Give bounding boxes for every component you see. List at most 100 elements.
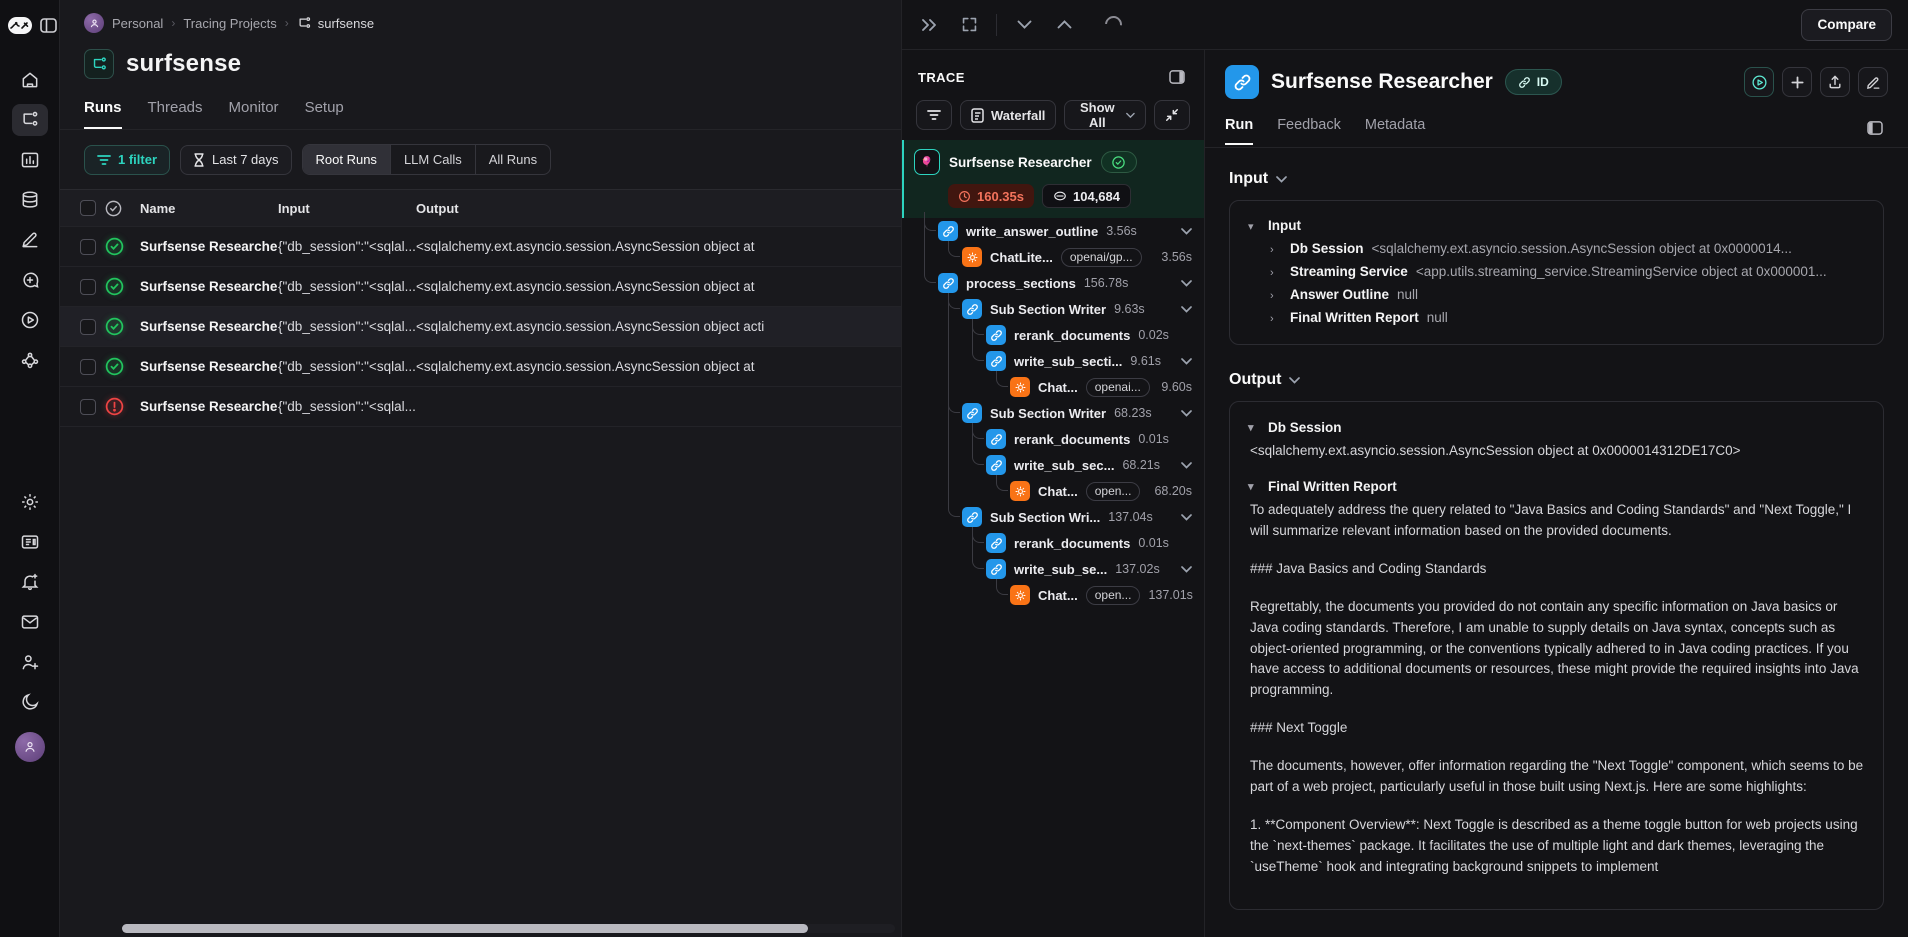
open-in-playground-button[interactable] — [1744, 67, 1774, 97]
chevron-down-icon[interactable] — [1181, 410, 1192, 417]
run-name-cell[interactable]: Surfsense Researcher — [140, 239, 278, 254]
trace-node-chat-[interactable]: Chat...open...68.20s — [902, 478, 1204, 504]
trace-node-chatlite-[interactable]: ChatLite...openai/gp...3.56s — [902, 244, 1204, 270]
run-name-cell[interactable]: Surfsense Researcher — [140, 319, 278, 334]
trace-filter-button[interactable] — [916, 100, 952, 130]
run-output-cell[interactable]: <sqlalchemy.ext.asyncio.session.AsyncSes… — [416, 239, 901, 254]
run-output-cell[interactable]: <sqlalchemy.ext.asyncio.session.AsyncSes… — [416, 279, 901, 294]
sidebar-item-invite[interactable] — [12, 646, 48, 678]
segment-all-runs[interactable]: All Runs — [476, 145, 550, 174]
table-row[interactable]: Surfsense Researcher{"db_session":"<sqla… — [60, 227, 901, 267]
sidebar-item-annotation[interactable] — [12, 224, 48, 256]
previous-run-chevron-icon[interactable] — [1011, 12, 1037, 38]
run-input-cell[interactable]: {"db_session":"<sqlal... — [278, 319, 416, 334]
next-run-chevron-icon[interactable] — [1051, 12, 1077, 38]
table-row[interactable]: Surfsense Researcher{"db_session":"<sqla… — [60, 307, 901, 347]
run-output-cell[interactable]: <sqlalchemy.ext.asyncio.session.AsyncSes… — [416, 319, 901, 334]
chevron-down-icon[interactable]: ▾ — [1248, 480, 1260, 493]
copy-run-id-button[interactable]: ID — [1505, 69, 1562, 95]
tab-setup[interactable]: Setup — [305, 99, 344, 129]
tab-runs[interactable]: Runs — [84, 99, 122, 129]
date-range-button[interactable]: Last 7 days — [180, 145, 292, 175]
segment-llm-calls[interactable]: LLM Calls — [391, 145, 476, 174]
tab-monitor[interactable]: Monitor — [229, 99, 279, 129]
row-checkbox[interactable] — [80, 399, 96, 415]
trace-node-chat-[interactable]: Chat...open...137.01s — [902, 582, 1204, 608]
run-input-cell[interactable]: {"db_session":"<sqlal... — [278, 239, 416, 254]
run-name-cell[interactable]: Surfsense Researcher — [140, 279, 278, 294]
horizontal-scrollbar[interactable] — [122, 924, 895, 933]
table-row[interactable]: Surfsense Researcher{"db_session":"<sqla… — [60, 347, 901, 387]
chevron-down-icon[interactable] — [1181, 280, 1192, 287]
run-input-cell[interactable]: {"db_session":"<sqlal... — [278, 399, 416, 414]
column-header-name[interactable]: Name — [140, 201, 278, 216]
trace-node-write-sub-secti-[interactable]: write_sub_secti...9.61s — [902, 348, 1204, 374]
input-root-row[interactable]: ▾Input — [1248, 215, 1865, 238]
chevron-right-icon[interactable]: › — [1270, 285, 1282, 307]
langsmith-logo-icon[interactable] — [8, 17, 32, 34]
add-to-dataset-button[interactable] — [1782, 67, 1812, 97]
waterfall-view-button[interactable]: Waterfall — [960, 100, 1056, 130]
chevron-down-icon[interactable] — [1181, 358, 1192, 365]
run-input-cell[interactable]: {"db_session":"<sqlal... — [278, 279, 416, 294]
table-row[interactable]: Surfsense Researcher{"db_session":"<sqla… — [60, 387, 901, 427]
share-run-button[interactable] — [1820, 67, 1850, 97]
chevron-right-icon[interactable]: › — [1270, 262, 1282, 284]
column-header-input[interactable]: Input — [278, 201, 416, 216]
annotate-button[interactable] — [1858, 67, 1888, 97]
run-input-cell[interactable]: {"db_session":"<sqlal... — [278, 359, 416, 374]
expand-fullscreen-icon[interactable] — [956, 12, 982, 38]
chevron-down-icon[interactable]: ▾ — [1248, 421, 1260, 434]
panel-toggle-icon[interactable] — [1164, 64, 1190, 90]
sidebar-item-playground[interactable] — [12, 304, 48, 336]
panel-toggle-icon[interactable] — [1862, 115, 1888, 141]
chevron-down-icon[interactable] — [1181, 566, 1192, 573]
chevron-down-icon[interactable] — [1181, 462, 1192, 469]
chevron-down-icon[interactable] — [1181, 514, 1192, 521]
breadcrumb-section[interactable]: Tracing Projects — [183, 16, 276, 31]
detail-tab-metadata[interactable]: Metadata — [1365, 117, 1425, 145]
sidebar-item-mail[interactable] — [12, 606, 48, 638]
trace-node-rerank-documents[interactable]: rerank_documents0.01s — [902, 530, 1204, 556]
collapse-sidebar-icon[interactable] — [39, 12, 59, 38]
trace-node-write-answer-outline[interactable]: write_answer_outline3.56s — [902, 218, 1204, 244]
output-section-key[interactable]: ▾Final Written Report — [1248, 479, 1865, 494]
scrollbar-thumb[interactable] — [122, 924, 808, 933]
user-avatar[interactable] — [15, 732, 45, 762]
trace-node-write-sub-sec-[interactable]: write_sub_sec...68.21s — [902, 452, 1204, 478]
sidebar-item-theme-toggle[interactable] — [12, 686, 48, 718]
sidebar-item-deployments[interactable] — [12, 344, 48, 376]
column-header-output[interactable]: Output — [416, 201, 901, 216]
chevron-down-icon[interactable] — [1181, 228, 1192, 235]
row-checkbox[interactable] — [80, 359, 96, 375]
detail-tab-feedback[interactable]: Feedback — [1277, 117, 1341, 145]
sidebar-item-home[interactable] — [12, 64, 48, 96]
trace-node-rerank-documents[interactable]: rerank_documents0.02s — [902, 322, 1204, 348]
row-checkbox[interactable] — [80, 279, 96, 295]
show-all-dropdown[interactable]: Show All — [1064, 100, 1146, 130]
select-all-checkbox[interactable] — [80, 200, 96, 216]
tab-threads[interactable]: Threads — [148, 99, 203, 129]
sidebar-item-notifications[interactable] — [12, 566, 48, 598]
filter-count-button[interactable]: 1 filter — [84, 145, 170, 175]
segment-root-runs[interactable]: Root Runs — [303, 145, 391, 174]
chevron-right-icon[interactable]: › — [1270, 239, 1282, 261]
chevron-down-icon[interactable]: ▾ — [1248, 216, 1260, 238]
chevron-right-icon[interactable]: › — [1270, 308, 1282, 330]
sidebar-item-settings[interactable] — [12, 486, 48, 518]
trace-node-write-sub-se-[interactable]: write_sub_se...137.02s — [902, 556, 1204, 582]
input-field-row[interactable]: ›Final Written Reportnull — [1248, 307, 1865, 330]
sidebar-item-dashboards[interactable] — [12, 144, 48, 176]
chevron-down-icon[interactable] — [1181, 306, 1192, 313]
input-field-row[interactable]: ›Db Session<sqlalchemy.ext.asyncio.sessi… — [1248, 238, 1865, 261]
sidebar-item-datasets[interactable] — [12, 184, 48, 216]
detail-content[interactable]: Input ▾Input›Db Session<sqlalchemy.ext.a… — [1205, 148, 1908, 937]
trace-root-node[interactable]: Surfsense Researcher 160.35s — [902, 140, 1204, 218]
table-row[interactable]: Surfsense Researcher{"db_session":"<sqla… — [60, 267, 901, 307]
detail-tab-run[interactable]: Run — [1225, 117, 1253, 145]
sidebar-item-prompts[interactable] — [12, 264, 48, 296]
output-section-heading[interactable]: Output — [1229, 371, 1884, 389]
trace-node-chat-[interactable]: Chat...openai...9.60s — [902, 374, 1204, 400]
compare-button[interactable]: Compare — [1801, 9, 1892, 41]
collapse-all-button[interactable] — [1154, 100, 1190, 130]
